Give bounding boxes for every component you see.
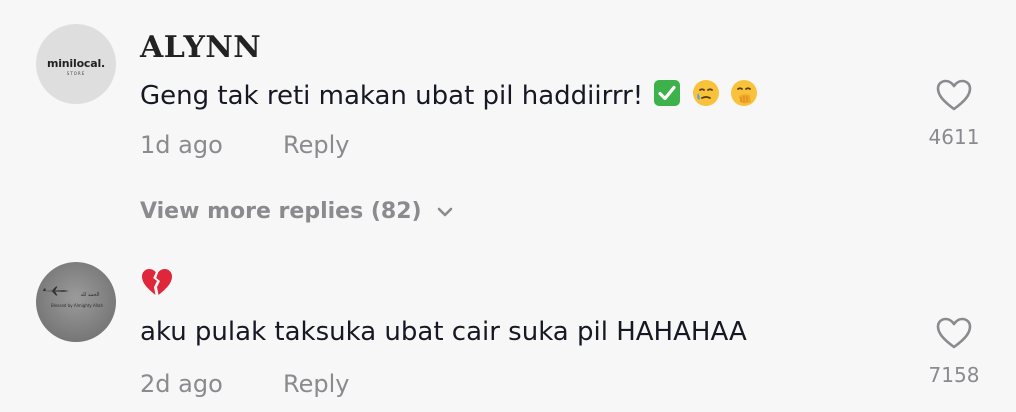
comment-text: aku pulak taksuka ubat cair suka pil HAH… xyxy=(140,317,747,347)
heart-icon xyxy=(936,79,972,111)
avatar-caption: Blessed by Almighty Allah xyxy=(50,303,103,308)
avatar-arabic-text: الحمد لله xyxy=(80,292,100,298)
comment-timestamp: 1d ago xyxy=(140,131,223,159)
airplane-icon xyxy=(43,286,69,296)
reply-button[interactable]: Reply xyxy=(283,370,349,398)
like-count: 7158 xyxy=(928,363,980,387)
crying-face-icon xyxy=(692,79,720,114)
comment-text: Geng tak reti makan ubat pil haddiirrr! xyxy=(140,79,758,114)
like-count: 4611 xyxy=(928,125,980,149)
view-more-replies-button[interactable]: View more replies (82) xyxy=(140,199,454,224)
like-button[interactable]: 4611 xyxy=(914,78,994,149)
comment-username[interactable]: ALYNN xyxy=(140,30,261,65)
avatar[interactable]: الحمد لله Blessed by Almighty Allah xyxy=(36,262,116,342)
heart-icon xyxy=(936,317,972,349)
check-mark-button-icon xyxy=(653,79,681,114)
comment-meta: 2d ago Reply xyxy=(140,370,349,398)
comment-text-body: Geng tak reti makan ubat pil haddiirrr! xyxy=(140,81,644,111)
avatar-logo-subtext: STORE xyxy=(66,70,86,76)
like-button[interactable]: 7158 xyxy=(914,316,994,387)
avatar-logo-text: minilocal. xyxy=(46,56,106,70)
reply-button[interactable]: Reply xyxy=(283,131,349,159)
chevron-down-icon xyxy=(437,207,452,216)
view-more-replies-label: View more replies (82) xyxy=(140,199,422,224)
avatar[interactable]: minilocal. STORE xyxy=(36,24,116,104)
comment-timestamp: 2d ago xyxy=(140,370,223,398)
broken-heart-icon xyxy=(140,266,174,303)
comment-meta: 1d ago Reply xyxy=(140,131,349,159)
face-with-hand-over-mouth-icon xyxy=(730,79,758,114)
